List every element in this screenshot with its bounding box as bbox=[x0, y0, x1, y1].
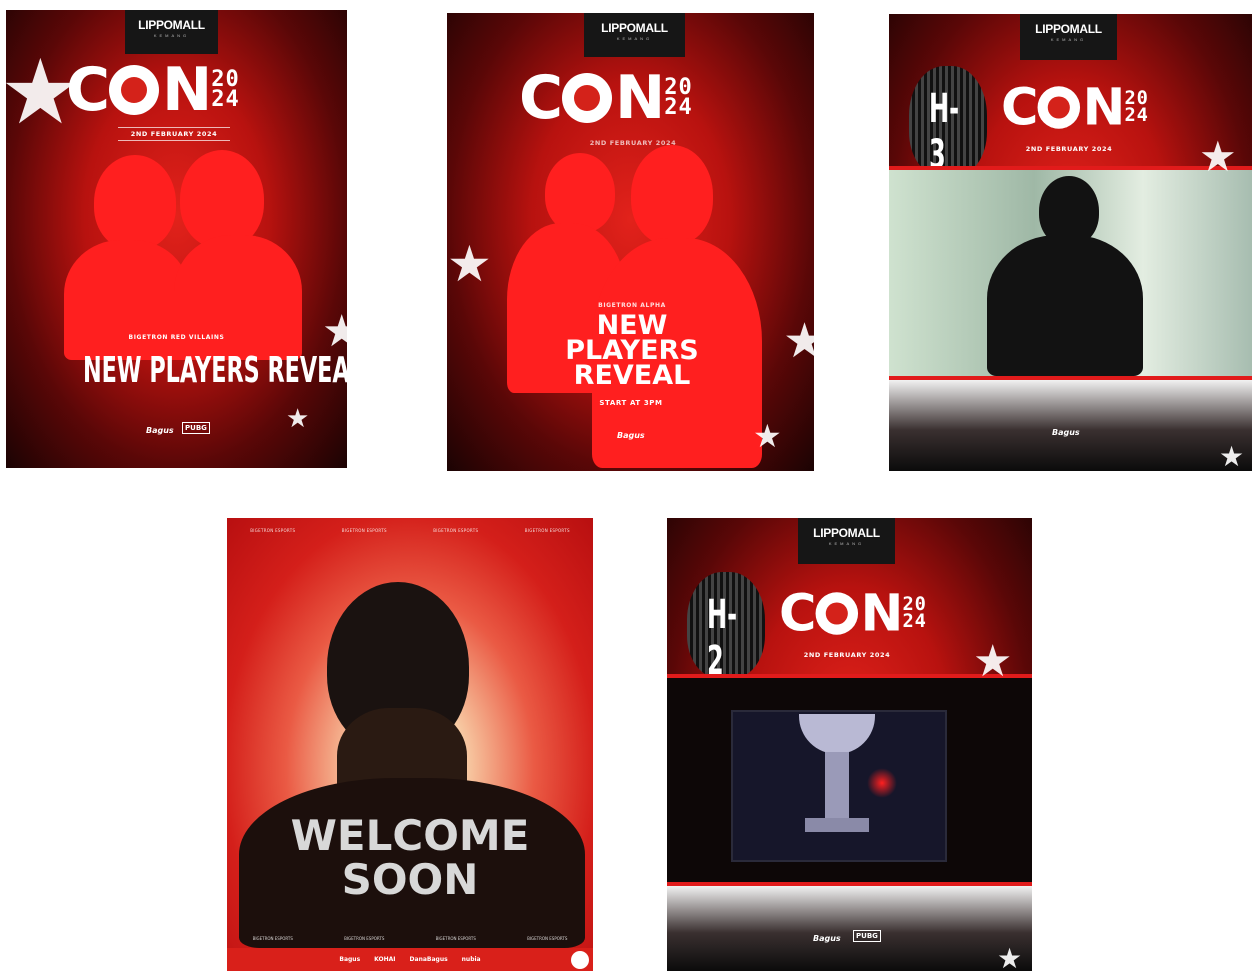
poster-h2-countdown: LIPPOMALL KEMANG H-2 C N 20 24 2ND FEBRUAR… bbox=[667, 518, 1032, 971]
brand-label: BIGETRON ESPORTS bbox=[527, 936, 568, 941]
con-letter-n: N bbox=[860, 583, 904, 644]
year-stack: 20 24 bbox=[664, 75, 693, 120]
start-time: START AT 3PM bbox=[599, 399, 663, 407]
top-label-row: BIGETRON ESPORTS BIGETRON ESPORTS BIGETR… bbox=[227, 528, 593, 533]
con-letter-n: N bbox=[1082, 77, 1126, 138]
lippomall-logo: LIPPOMALL KEMANG bbox=[798, 518, 895, 564]
countdown-label: H-2 bbox=[707, 592, 738, 684]
event-date: 2ND FEBRUARY 2024 bbox=[118, 127, 230, 141]
player-silhouette-left-body bbox=[64, 240, 190, 360]
trophy-base bbox=[805, 818, 869, 832]
star-icon: ★ bbox=[286, 404, 310, 434]
con-2024-logo: C N 20 24 bbox=[779, 588, 927, 639]
star-icon: ★ bbox=[322, 306, 347, 357]
con-letter-c: C bbox=[1001, 77, 1038, 138]
video-frame bbox=[889, 170, 1252, 376]
pubg-logo: PUBG bbox=[853, 930, 881, 942]
trophy-stem bbox=[825, 752, 849, 824]
player-silhouette-right-body bbox=[174, 235, 302, 360]
star-icon: ★ bbox=[753, 417, 782, 455]
player-silhouette-left-head bbox=[94, 155, 176, 250]
brand-label: BIGETRON ESPORTS bbox=[524, 528, 570, 533]
lippomall-logo: LIPPOMALL KEMANG bbox=[125, 10, 218, 54]
event-date: 2ND FEBRUARY 2024 bbox=[803, 651, 891, 659]
video-frame bbox=[667, 678, 1032, 882]
pubg-logo: PUBG bbox=[182, 422, 210, 434]
emblem-icon bbox=[1037, 86, 1081, 129]
brand-label: BIGETRON ESPORTS bbox=[435, 936, 476, 941]
bagus-logo: Bagus bbox=[339, 956, 361, 963]
bagus-logo: Bagus bbox=[813, 934, 841, 943]
year-stack: 20 24 bbox=[211, 67, 240, 112]
con-2024-logo: C N 20 24 bbox=[519, 68, 693, 128]
headline: NEW PLAYERS REVEAL bbox=[83, 350, 347, 391]
headline-line-3: REVEAL bbox=[573, 360, 691, 391]
lippomall-logo: LIPPOMALL KEMANG bbox=[1020, 14, 1117, 60]
star-icon: ★ bbox=[447, 235, 492, 293]
brand-label: BIGETRON ESPORTS bbox=[433, 528, 479, 533]
star-icon: ★ bbox=[783, 313, 814, 369]
poster-new-players-reveal-red-villains: ★ LIPPOMALL KEMANG C N 20 24 2ND FEBRUARY … bbox=[6, 10, 347, 468]
star-icon: ★ bbox=[1199, 132, 1237, 181]
con-letter-c: C bbox=[66, 55, 110, 125]
bagus-logo: Bagus bbox=[617, 431, 645, 440]
bagus-logo: Bagus bbox=[1052, 428, 1080, 437]
headline-line-1: WELCOME bbox=[290, 811, 530, 860]
year-stack: 20 24 bbox=[1124, 88, 1149, 127]
star-icon: ★ bbox=[973, 636, 1013, 687]
year-stack: 20 24 bbox=[902, 594, 927, 633]
poster-h3-countdown: LIPPOMALL KEMANG H-3 C N 20 24 2ND FEBRUAR… bbox=[889, 14, 1252, 471]
poster-new-players-reveal-alpha: LIPPOMALL KEMANG C N 20 24 2ND FEBRUARY 20… bbox=[447, 13, 814, 471]
footer-panel bbox=[667, 886, 1032, 971]
brand-label: BIGETRON ESPORTS bbox=[250, 528, 296, 533]
team-emblem-icon bbox=[571, 951, 589, 969]
con-letter-n: N bbox=[615, 63, 665, 133]
brand-label: BIGETRON ESPORTS bbox=[341, 528, 387, 533]
con-letter-c: C bbox=[779, 583, 816, 644]
event-date: 2ND FEBRUARY 2024 bbox=[1025, 145, 1113, 153]
con-letter-n: N bbox=[162, 55, 212, 125]
sponsor-bar: Bagus KOHAI DanaBagus nubia bbox=[227, 948, 593, 971]
headline-line-2: SOON bbox=[341, 855, 479, 904]
brand-label: BIGETRON ESPORTS bbox=[252, 936, 293, 941]
brand-label: BIGETRON ESPORTS bbox=[344, 936, 385, 941]
headline: NEW PLAYERS REVEAL bbox=[507, 312, 757, 391]
team-tag: BIGETRON ALPHA bbox=[598, 302, 666, 309]
danabagus-logo: DanaBagus bbox=[409, 956, 448, 963]
player-silhouette-right-head bbox=[631, 145, 713, 245]
con-letter-c: C bbox=[519, 63, 563, 133]
headline: WELCOME SOON bbox=[227, 814, 593, 902]
player-silhouette-body bbox=[987, 235, 1143, 376]
con-2024-logo: C N 20 24 bbox=[1001, 82, 1149, 133]
poster-welcome-soon: BIGETRON ESPORTS BIGETRON ESPORTS BIGETR… bbox=[227, 518, 593, 971]
nubia-logo: nubia bbox=[461, 956, 481, 963]
star-icon: ★ bbox=[1219, 440, 1245, 471]
footer-panel bbox=[889, 380, 1252, 471]
player-silhouette-right-head bbox=[180, 150, 264, 248]
kohai-logo: KOHAI bbox=[374, 956, 396, 963]
red-glow bbox=[867, 768, 897, 798]
bottom-label-row: BIGETRON ESPORTS BIGETRON ESPORTS BIGETR… bbox=[227, 936, 593, 941]
emblem-icon bbox=[815, 592, 859, 635]
team-tag: BIGETRON RED VILLAINS bbox=[128, 334, 225, 341]
lippomall-logo: LIPPOMALL KEMANG bbox=[584, 13, 685, 57]
star-icon: ★ bbox=[997, 942, 1023, 971]
emblem-icon bbox=[562, 73, 613, 123]
emblem-icon bbox=[109, 65, 160, 115]
bagus-logo: Bagus bbox=[146, 426, 174, 435]
con-2024-logo: C N 20 24 bbox=[66, 60, 240, 120]
player-silhouette-left-head bbox=[545, 153, 615, 233]
countdown-label: H-3 bbox=[929, 86, 960, 178]
